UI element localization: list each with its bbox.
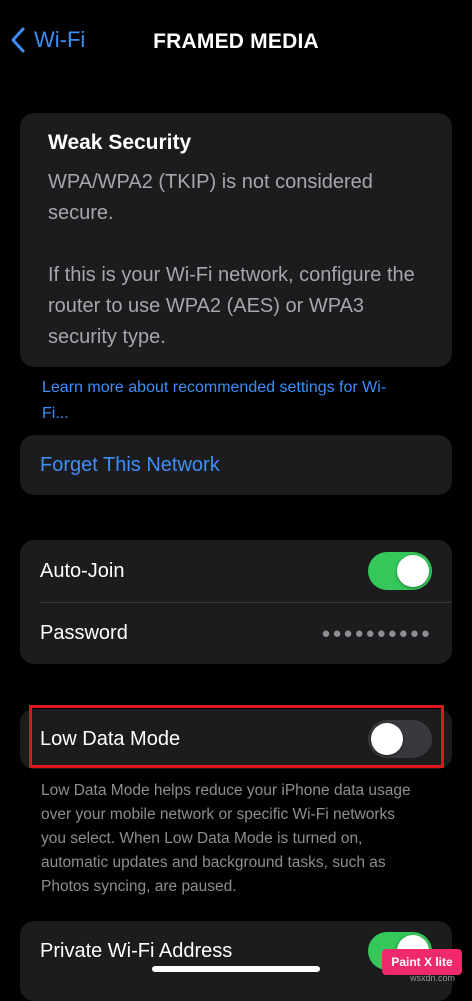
low-data-mode-description: Low Data Mode helps reduce your iPhone d…	[41, 782, 411, 895]
low-data-mode-row: Low Data Mode	[20, 709, 452, 769]
page-title: FRAMED MEDIA	[153, 30, 319, 53]
forget-network-button[interactable]: Forget This Network	[20, 435, 452, 495]
password-label: Password	[40, 621, 128, 644]
toggle-knob	[371, 723, 403, 755]
auto-join-toggle[interactable]	[368, 552, 432, 590]
learn-more-link[interactable]: Learn more about recommended settings fo…	[42, 375, 412, 427]
navigation-bar: Wi-Fi FRAMED MEDIA	[0, 0, 472, 84]
password-row[interactable]: Password ●●●●●●●●●●	[20, 602, 452, 664]
password-value: ●●●●●●●●●●	[321, 624, 432, 642]
join-settings-group: Auto-Join Password ●●●●●●●●●●	[20, 540, 452, 664]
private-address-label: Private Wi-Fi Address	[40, 939, 233, 962]
toggle-knob	[397, 555, 429, 587]
auto-join-row: Auto-Join	[20, 540, 452, 602]
low-data-mode-label: Low Data Mode	[40, 727, 181, 750]
low-data-mode-toggle[interactable]	[368, 720, 432, 758]
low-data-mode-group: Low Data Mode	[20, 709, 452, 769]
warning-text-2: If this is your Wi-Fi network, configure…	[48, 264, 415, 348]
warning-body: WPA/WPA2 (TKIP) is not considered secure…	[48, 167, 424, 353]
watermark-logo: Paint X lite	[382, 949, 462, 975]
auto-join-label: Auto-Join	[40, 559, 125, 582]
warning-title: Weak Security	[48, 131, 192, 154]
warning-text-1: WPA/WPA2 (TKIP) is not considered secure…	[48, 171, 373, 224]
weak-security-card: Weak Security WPA/WPA2 (TKIP) is not con…	[20, 113, 452, 367]
home-indicator	[152, 966, 320, 972]
